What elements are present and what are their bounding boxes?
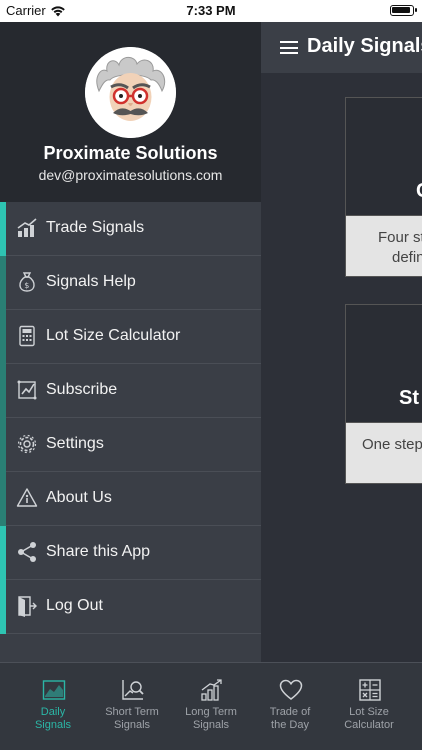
status-time: 7:33 PM — [186, 3, 236, 18]
menu-item-signals-help[interactable]: $ Signals Help — [0, 256, 261, 310]
tab-daily-signals[interactable]: Daily Signals — [13, 663, 93, 750]
calculator-icon — [359, 679, 381, 701]
menu-item-label: Subscribe — [46, 381, 118, 398]
drawer-menu: Trade Signals $ Signals Help Lot Size Ca… — [0, 202, 261, 634]
area-chart-icon — [42, 680, 66, 700]
bar-chart-icon — [17, 218, 37, 237]
tab-label: Lot Size Calculator — [344, 706, 394, 731]
svg-text:$: $ — [24, 281, 29, 290]
card-heading: C — [416, 180, 422, 203]
tab-short-term-signals[interactable]: Short Term Signals — [92, 663, 172, 750]
signal-card[interactable]: St One step — [345, 304, 422, 484]
menu-item-accent-bar — [0, 472, 6, 526]
menu-item-accent-bar — [0, 580, 6, 634]
company-name: Proximate Solutions — [43, 143, 218, 163]
tab-label: Short Term Signals — [105, 706, 159, 731]
menu-item-label: Lot Size Calculator — [46, 327, 181, 344]
menu-item-about-us[interactable]: About Us — [0, 472, 261, 526]
money-bag-icon: $ — [19, 272, 35, 292]
avatar — [85, 47, 176, 138]
menu-item-label: About Us — [46, 489, 112, 506]
menu-item-label: Trade Signals — [46, 219, 145, 236]
menu-item-label: Share this App — [46, 543, 151, 560]
heart-icon — [279, 679, 303, 700]
main-content: Daily Signals C Four st defin St One ste… — [261, 22, 422, 662]
menu-item-label: Signals Help — [46, 273, 136, 290]
logout-icon — [18, 596, 37, 617]
menu-item-accent-bar — [0, 310, 6, 364]
menu-item-settings[interactable]: Settings — [0, 418, 261, 472]
menu-item-lot-size-calculator[interactable]: Lot Size Calculator — [0, 310, 261, 364]
menu-item-accent-bar — [0, 526, 6, 580]
page-title: Daily Signals — [307, 35, 422, 57]
menu-item-accent-bar — [0, 202, 6, 256]
tab-label: Daily Signals — [34, 706, 72, 731]
menu-item-log-out[interactable]: Log Out — [0, 580, 261, 634]
card-header: St — [346, 305, 422, 423]
menu-item-label: Log Out — [46, 597, 103, 614]
menu-item-accent-bar — [0, 256, 6, 310]
share-icon — [18, 542, 36, 562]
card-text-line: defin — [392, 249, 422, 266]
card-description: Four st defin — [346, 216, 422, 276]
card-heading: St — [399, 387, 419, 409]
menu-item-accent-bar — [0, 364, 6, 418]
card-text-line: One step — [362, 436, 422, 453]
menu-item-share-this-app[interactable]: Share this App — [0, 526, 261, 580]
tab-long-term-signals[interactable]: Long Term Signals — [171, 663, 251, 750]
calculator-icon — [19, 325, 35, 347]
info-icon — [16, 488, 38, 507]
profile-header: Proximate Solutions dev@proximatesolutio… — [0, 22, 261, 202]
tab-label: Long Term Signals — [185, 706, 237, 731]
menu-item-label: Settings — [46, 435, 104, 452]
battery-icon — [390, 5, 417, 16]
menu-item-subscribe[interactable]: Subscribe — [0, 364, 261, 418]
signal-card[interactable]: C Four st defin — [345, 97, 422, 277]
tab-bar: Daily Signals Short Term Signals Long Term… — [0, 662, 422, 750]
growth-bars-icon — [201, 679, 222, 701]
menu-item-trade-signals[interactable]: Trade Signals — [0, 202, 261, 256]
chart-search-icon — [122, 680, 144, 700]
navigation-bar: Daily Signals — [261, 22, 422, 73]
tab-trade-of-the-day[interactable]: Trade of the Day — [250, 663, 330, 750]
card-text-line: Four st — [378, 229, 422, 246]
gear-icon — [17, 434, 37, 454]
user-email: dev@proximatesolutions.com — [38, 167, 223, 183]
card-header: C — [346, 98, 422, 216]
professor-avatar-icon — [85, 47, 176, 138]
hamburger-menu-icon[interactable] — [280, 41, 298, 54]
status-bar: Carrier 7:33 PM — [0, 0, 422, 22]
subscribe-icon — [17, 380, 37, 400]
tab-label: Trade of the Day — [269, 706, 311, 731]
card-description: One step — [346, 423, 422, 483]
tab-lot-size-calculator[interactable]: Lot Size Calculator — [329, 663, 409, 750]
menu-item-accent-bar — [0, 418, 6, 472]
side-drawer: Proximate Solutions dev@proximatesolutio… — [0, 22, 261, 662]
